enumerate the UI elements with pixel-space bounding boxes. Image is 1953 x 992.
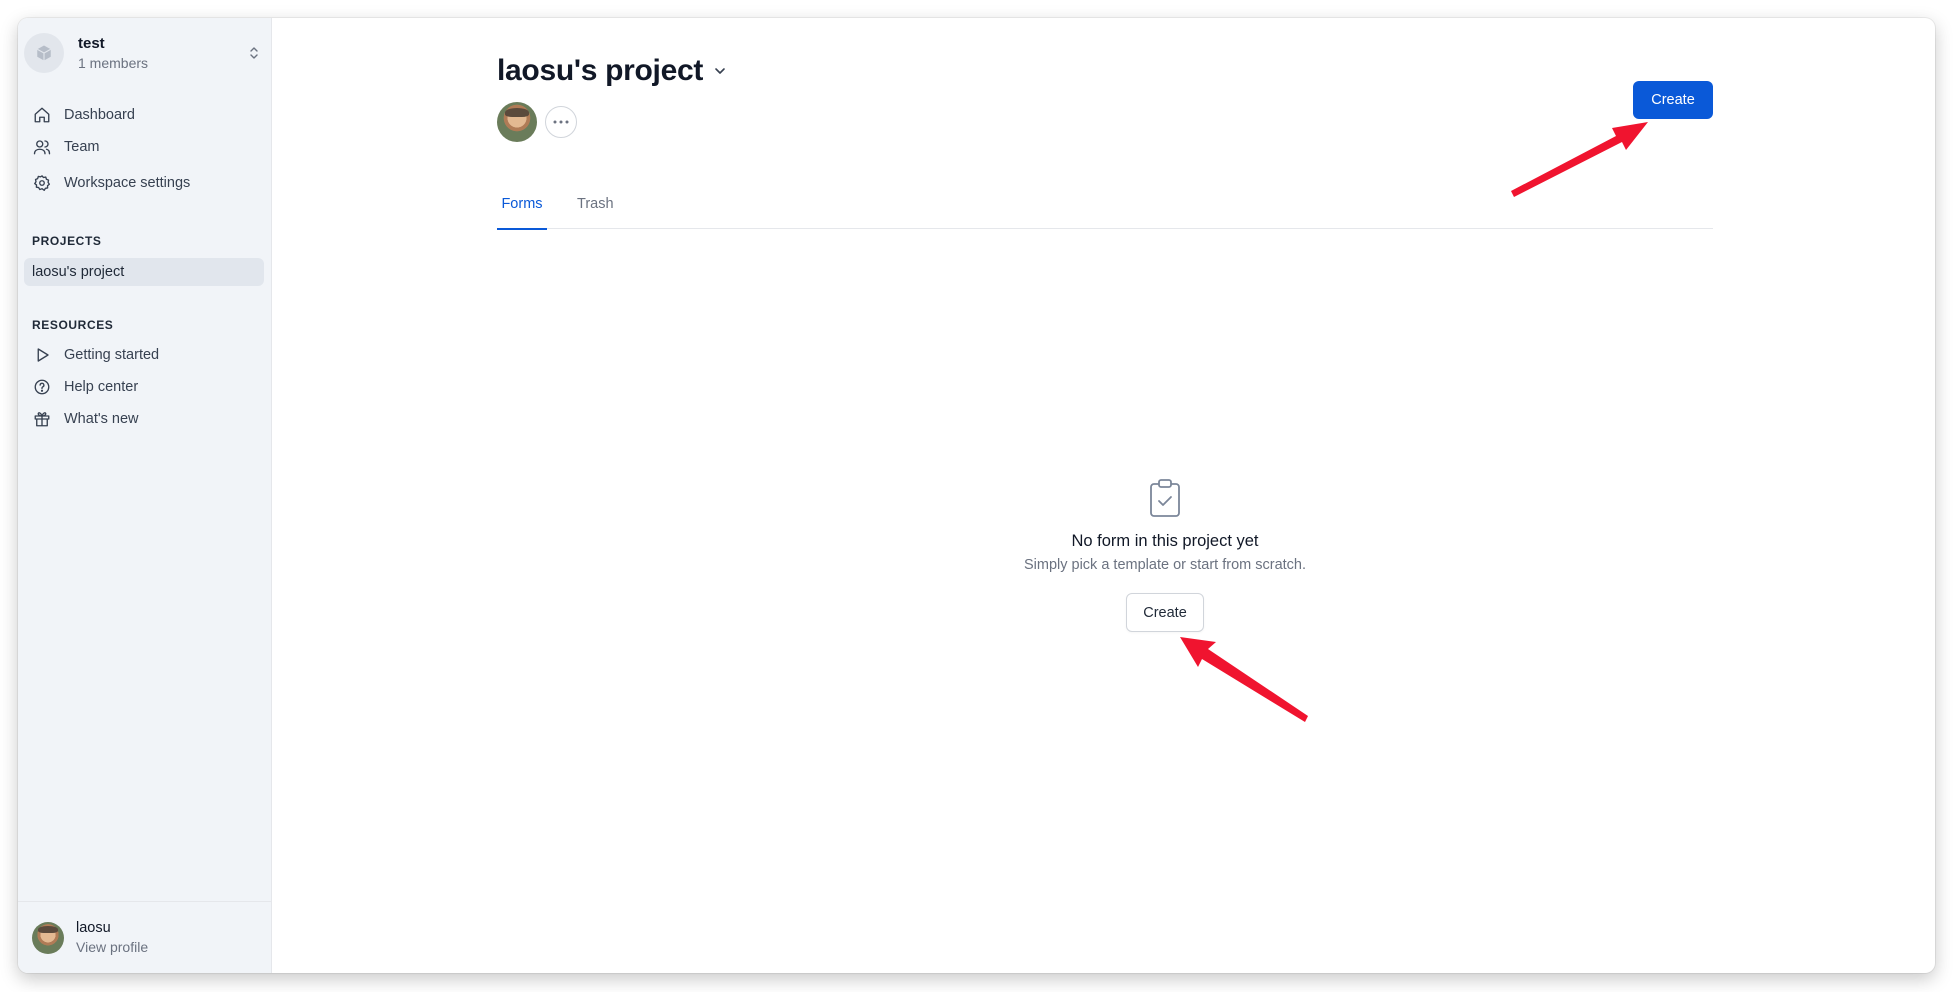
sidebar-item-label: What's new xyxy=(64,411,139,427)
tab-forms[interactable]: Forms xyxy=(497,194,547,230)
workspace-cube-icon xyxy=(24,33,64,73)
workspace-switcher[interactable]: test 1 members xyxy=(24,28,266,78)
avatar xyxy=(32,921,64,954)
page-title: laosu's project xyxy=(497,54,704,87)
workspace-members-count: 1 members xyxy=(78,55,149,71)
sidebar-item-workspace-settings[interactable]: Workspace settings xyxy=(24,168,266,198)
clipboard-check-icon xyxy=(965,478,1365,518)
workspace-name: test xyxy=(78,35,105,52)
sidebar-item-label: Help center xyxy=(64,379,139,395)
users-icon xyxy=(32,137,52,157)
play-icon xyxy=(32,345,52,365)
sidebar-item-team[interactable]: Team xyxy=(24,132,266,162)
sidebar-item-label: Team xyxy=(64,139,100,155)
sidebar-item-project[interactable]: laosu's project xyxy=(24,258,264,286)
sidebar: test 1 members Dashboard Team Workspace … xyxy=(18,18,272,973)
help-circle-icon xyxy=(32,377,52,397)
sidebar-item-whats-new[interactable]: What's new xyxy=(24,404,266,434)
resources-section-label: RESOURCES xyxy=(32,318,114,332)
empty-state-title: No form in this project yet xyxy=(1071,532,1259,550)
tab-bar: Forms Trash xyxy=(497,194,1713,230)
main-content: laosu's project Create Forms Trash No fo… xyxy=(272,18,1935,973)
tab-trash[interactable]: Trash xyxy=(577,194,614,229)
sidebar-item-label: Dashboard xyxy=(64,107,135,123)
view-profile-link[interactable]: View profile xyxy=(76,938,148,957)
chevron-up-down-icon xyxy=(248,44,260,67)
user-name: laosu xyxy=(76,919,111,936)
user-profile-link[interactable]: laosu View profile xyxy=(18,901,271,973)
empty-state-create-button[interactable]: Create xyxy=(1126,593,1204,632)
chevron-down-icon[interactable] xyxy=(713,64,727,78)
gift-icon xyxy=(32,409,52,429)
create-form-button[interactable]: Create xyxy=(1633,81,1713,119)
sidebar-item-dashboard[interactable]: Dashboard xyxy=(24,100,266,130)
sidebar-item-help-center[interactable]: Help center xyxy=(24,372,266,402)
ellipsis-icon xyxy=(553,120,569,124)
more-members-button[interactable] xyxy=(545,106,577,138)
app-window: test 1 members Dashboard Team Workspace … xyxy=(18,18,1935,973)
projects-section-label: PROJECTS xyxy=(32,234,102,248)
home-icon xyxy=(32,105,52,125)
sidebar-item-label: Workspace settings xyxy=(64,175,191,191)
gear-icon xyxy=(32,173,52,193)
empty-state-subtitle: Simply pick a template or start from scr… xyxy=(1023,557,1307,573)
sidebar-item-getting-started[interactable]: Getting started xyxy=(24,340,266,370)
sidebar-item-label: Getting started xyxy=(64,347,160,363)
empty-state: No form in this project yet Simply pick … xyxy=(965,478,1365,632)
member-avatar[interactable] xyxy=(497,102,537,142)
